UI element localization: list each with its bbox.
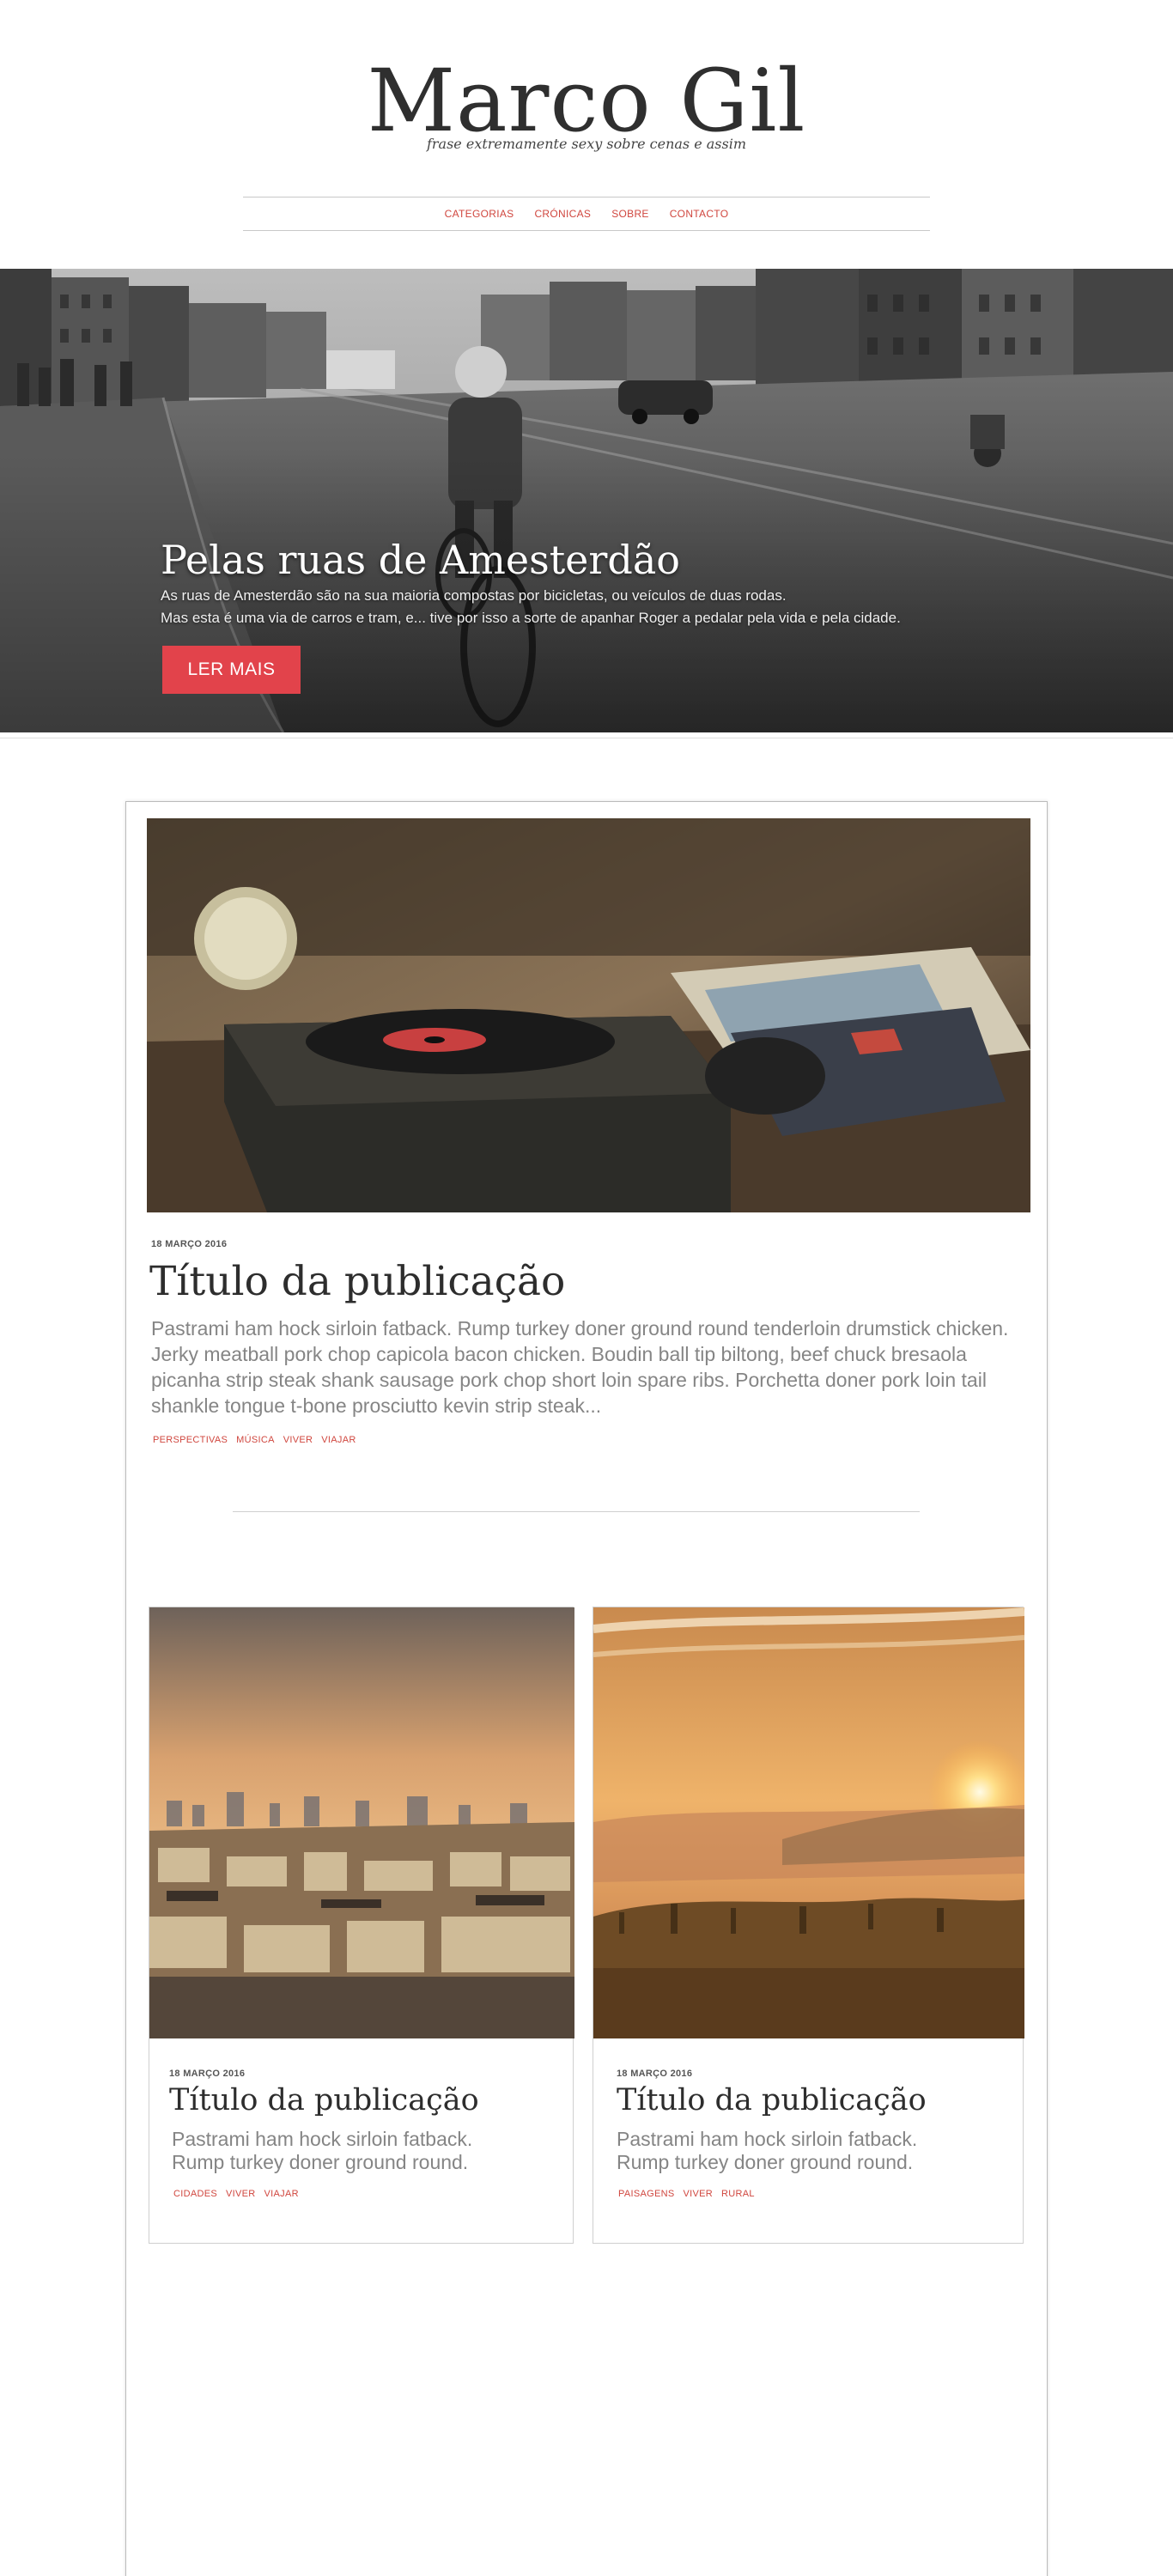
post-card-title[interactable]: Título da publicação — [617, 2080, 927, 2121]
tag-link[interactable]: RURAL — [721, 2189, 755, 2199]
main-nav: CATEGORIAS CRÓNICAS SOBRE CONTACTO — [243, 197, 930, 231]
post-card-excerpt-line-1: Pastrami ham hock sirloin fatback. — [617, 2128, 918, 2150]
section-divider — [233, 1511, 920, 1512]
post-card[interactable]: 18 MARÇO 2016 Título da publicação Pastr… — [593, 1607, 1024, 2244]
tag-link[interactable]: CIDADES — [173, 2189, 217, 2199]
hero-title[interactable]: Pelas ruas de Amesterdão — [161, 537, 1019, 583]
tag-link[interactable]: VIAJAR — [264, 2189, 299, 2199]
tag-link[interactable]: VIAJAR — [321, 1435, 356, 1445]
hero-caption: Pelas ruas de Amesterdão As ruas de Ames… — [161, 537, 1019, 629]
site-tagline: frase extremamente sexy sobre cenas e as… — [426, 136, 747, 152]
post-card-tags: PAISAGENS VIVER RURAL — [618, 2189, 755, 2199]
tag-link[interactable]: MÚSICA — [236, 1435, 275, 1445]
tag-link[interactable]: VIVER — [283, 1435, 313, 1445]
hero-excerpt-line-1: As ruas de Amesterdão são na sua maioria… — [161, 587, 787, 604]
hero-excerpt-line-2: Mas esta é uma via de carros e tram, e..… — [161, 610, 901, 626]
tag-link[interactable]: PERSPECTIVAS — [153, 1435, 228, 1445]
featured-post-tags: PERSPECTIVAS MÚSICA VIVER VIAJAR — [153, 1435, 356, 1445]
featured-post-date: 18 MARÇO 2016 — [151, 1239, 228, 1249]
post-card[interactable]: 18 MARÇO 2016 Título da publicação Pastr… — [149, 1607, 574, 2244]
sunset-landscape-photo — [593, 1607, 1024, 2038]
record-player-photo — [147, 818, 1030, 1212]
city-skyline-photo — [149, 1607, 574, 2038]
post-card-excerpt-line-2: Rump turkey doner ground round. — [172, 2151, 469, 2173]
featured-post-excerpt: Pastrami ham hock sirloin fatback. Rump … — [151, 1317, 1009, 1417]
tag-link[interactable]: VIVER — [683, 2189, 713, 2199]
post-card-image[interactable] — [593, 1607, 1024, 2038]
featured-post-image[interactable] — [147, 818, 1030, 1212]
site-header: Marco Gil frase extremamente sexy sobre … — [0, 0, 1173, 268]
nav-item-sobre[interactable]: SOBRE — [611, 208, 649, 220]
post-card-tags: CIDADES VIVER VIAJAR — [173, 2189, 299, 2199]
post-card-image[interactable] — [149, 1607, 574, 2038]
post-card-date: 18 MARÇO 2016 — [169, 2069, 246, 2079]
tag-link[interactable]: VIVER — [226, 2189, 256, 2199]
post-card-date: 18 MARÇO 2016 — [617, 2069, 693, 2079]
post-card-excerpt-line-2: Rump turkey doner ground round. — [617, 2151, 914, 2173]
featured-post-title[interactable]: Título da publicação — [149, 1252, 565, 1312]
read-more-button[interactable]: LER MAIS — [162, 646, 301, 694]
post-card-title[interactable]: Título da publicação — [169, 2080, 479, 2121]
nav-item-contacto[interactable]: CONTACTO — [670, 208, 729, 220]
post-card-excerpt-line-1: Pastrami ham hock sirloin fatback. — [172, 2128, 473, 2150]
nav-item-categorias[interactable]: CATEGORIAS — [445, 208, 514, 220]
tag-link[interactable]: PAISAGENS — [618, 2189, 674, 2199]
nav-item-cronicas[interactable]: CRÓNICAS — [534, 208, 591, 220]
